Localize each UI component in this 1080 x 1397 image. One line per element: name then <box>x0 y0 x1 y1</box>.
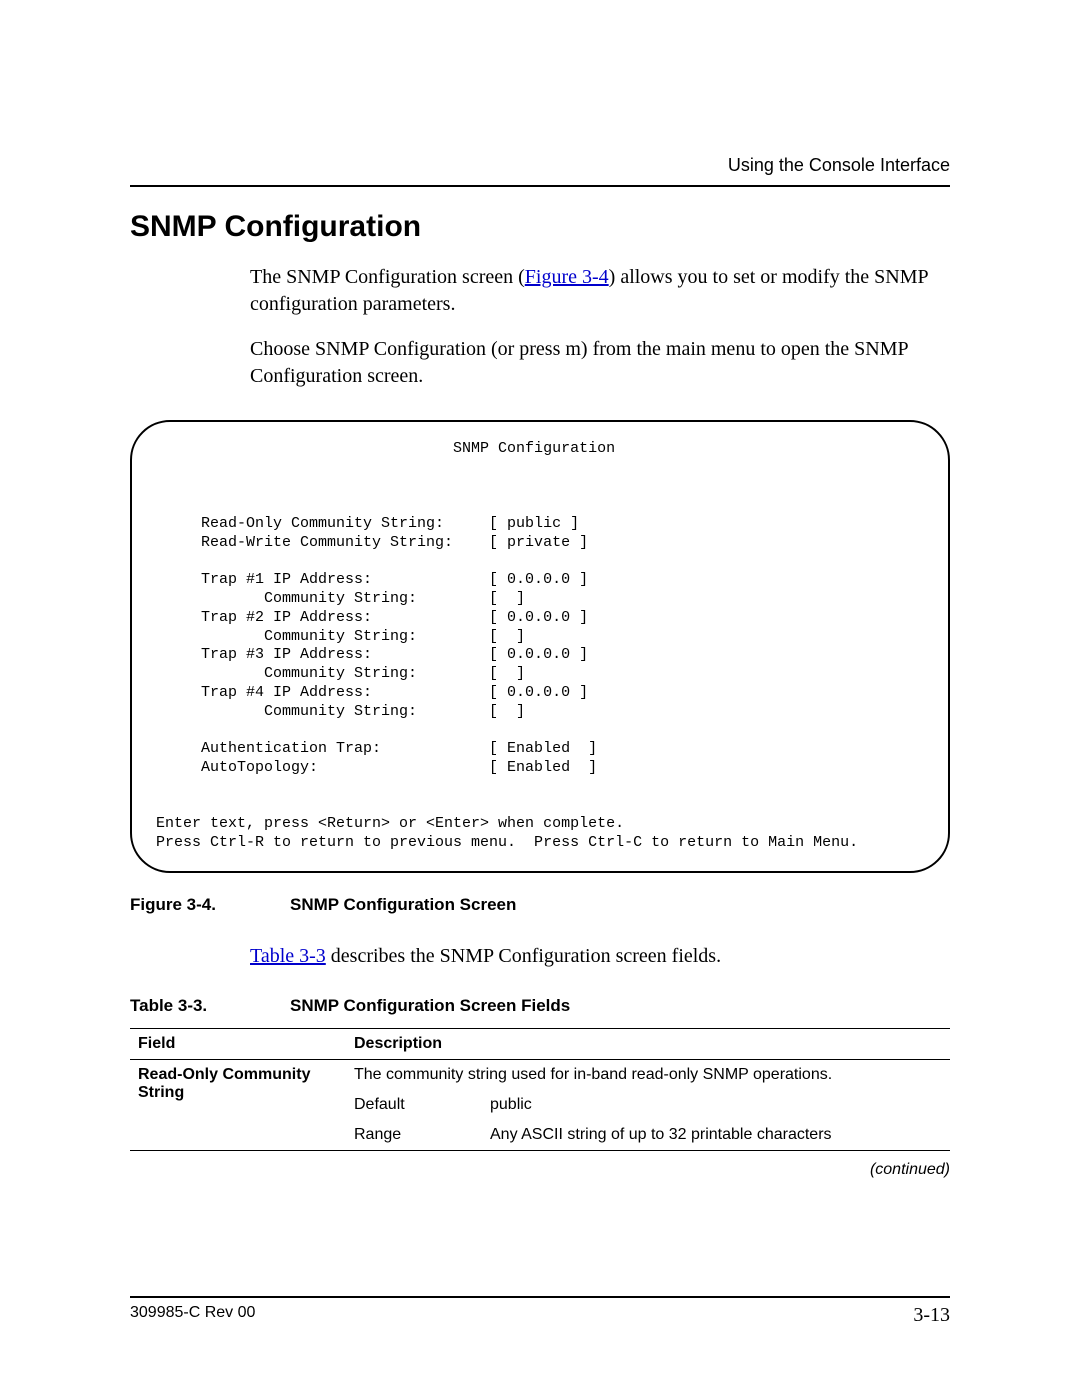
cell-range-label: Range <box>346 1120 482 1150</box>
para-2: Choose SNMP Configuration (or press m) f… <box>250 336 950 390</box>
cell-default-value: public <box>482 1090 950 1120</box>
top-rule <box>130 185 950 187</box>
console-screen: SNMP Configuration Read-Only Community S… <box>130 420 950 873</box>
cell-default-label: Default <box>346 1090 482 1120</box>
after-figure-text: Table 3-3 describes the SNMP Configurati… <box>250 943 950 970</box>
cell-description: The community string used for in-band re… <box>346 1059 950 1090</box>
continued-label: (continued) <box>130 1150 950 1179</box>
running-head: Using the Console Interface <box>728 155 950 176</box>
section-title: SNMP Configuration <box>130 210 950 244</box>
footer-rule <box>130 1296 950 1298</box>
table-header-row: Field Description <box>130 1028 950 1059</box>
para-1a: The SNMP Configuration screen ( <box>250 266 525 288</box>
figure-link[interactable]: Figure 3-4 <box>525 266 609 288</box>
footer-row: 309985-C Rev 00 3-13 <box>130 1304 950 1327</box>
doc-number: 309985-C Rev 00 <box>130 1304 255 1327</box>
table-number: Table 3-3. <box>130 996 290 1016</box>
table-link[interactable]: Table 3-3 <box>250 945 326 967</box>
figure-number: Figure 3-4. <box>130 895 290 915</box>
page-footer: 309985-C Rev 00 3-13 <box>130 1296 950 1327</box>
table-title-text: SNMP Configuration Screen Fields <box>290 996 570 1015</box>
para-1: The SNMP Configuration screen (Figure 3-… <box>250 264 950 318</box>
cell-field-name: Read-Only Community String <box>130 1059 346 1150</box>
fields-table: Field Description Read-Only Community St… <box>130 1028 950 1150</box>
th-description: Description <box>346 1028 950 1059</box>
table-caption: Table 3-3.SNMP Configuration Screen Fiel… <box>130 996 950 1016</box>
page-number: 3-13 <box>913 1304 950 1327</box>
th-field: Field <box>130 1028 346 1059</box>
page: Using the Console Interface SNMP Configu… <box>0 0 1080 1397</box>
body-text: The SNMP Configuration screen (Figure 3-… <box>250 264 950 390</box>
cell-range-value: Any ASCII string of up to 32 printable c… <box>482 1120 950 1150</box>
table-row: Read-Only Community String The community… <box>130 1059 950 1090</box>
after-figure-para: Table 3-3 describes the SNMP Configurati… <box>250 943 950 970</box>
after-figure-rest: describes the SNMP Configuration screen … <box>326 945 721 967</box>
figure-title: SNMP Configuration Screen <box>290 895 516 914</box>
figure-caption: Figure 3-4.SNMP Configuration Screen <box>130 895 950 915</box>
